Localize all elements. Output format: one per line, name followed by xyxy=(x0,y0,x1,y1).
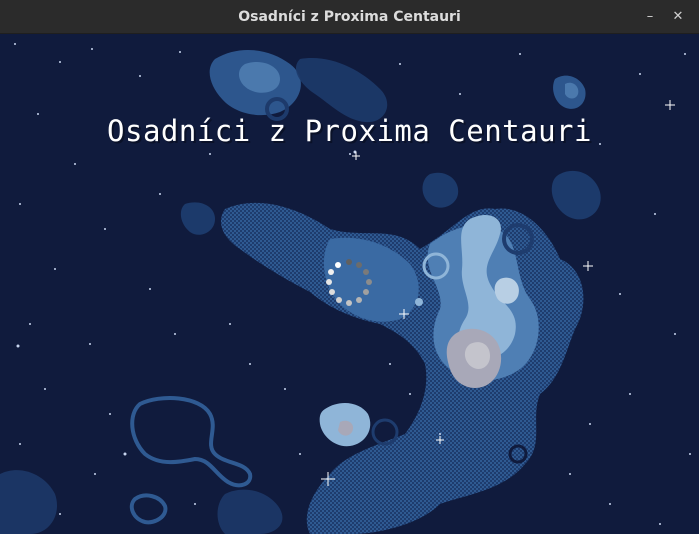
window-titlebar[interactable]: Osadníci z Proxima Centauri – ✕ xyxy=(0,0,699,34)
spinner-dots xyxy=(326,259,372,306)
window-title: Osadníci z Proxima Centauri xyxy=(238,9,461,25)
close-button[interactable]: ✕ xyxy=(668,7,688,27)
loading-spinner xyxy=(326,259,372,306)
game-window: Osadníci z Proxima Centauri – ✕ Osadníci… xyxy=(0,0,699,534)
game-canvas[interactable]: Osadníci z Proxima Centauri xyxy=(0,34,699,534)
minimize-button[interactable]: – xyxy=(640,7,660,27)
